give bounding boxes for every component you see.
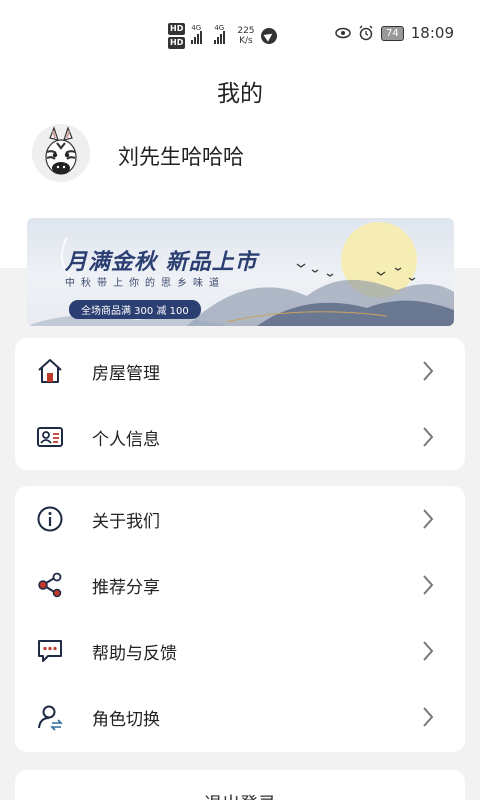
chevron-right-icon [423,427,434,447]
menu-label: 帮助与反馈 [92,643,177,664]
menu-item-help-feedback[interactable]: 帮助与反馈 [15,618,465,684]
menu-label: 个人信息 [92,429,160,450]
menu-item-recommend-share[interactable]: 推荐分享 [15,552,465,618]
hd-badge-2: HD [168,37,186,49]
chevron-right-icon [423,575,434,595]
menu-label: 角色切换 [92,709,160,730]
id-card-icon [35,422,65,452]
page-title: 我的 [217,81,263,107]
menu-item-role-switch[interactable]: 角色切换 [15,684,465,750]
menu-label: 推荐分享 [92,577,160,598]
status-bar: HD HD 4G 4G 225 K/s 74 18:09 [0,0,480,70]
alarm-icon [359,25,373,41]
menu-card-2: 关于我们 推荐分享 帮助与反馈 角色切换 [15,486,465,752]
chevron-right-icon [423,707,434,727]
menu-item-about-us[interactable]: 关于我们 [15,486,465,552]
user-switch-icon [35,702,65,732]
network-speed: 225 K/s [237,26,255,46]
chevron-right-icon [423,641,434,661]
chat-icon [35,636,65,666]
logout-button[interactable]: 退出登录 [15,770,465,800]
banner-subtitle: 中秋带上你的思乡味道 [65,278,225,289]
menu-label: 房屋管理 [92,363,160,384]
clock: 18:09 [410,24,454,42]
username[interactable]: 刘先生哈哈哈 [118,141,244,171]
chevron-right-icon [423,361,434,381]
avatar[interactable] [32,124,90,182]
share-icon [35,570,65,600]
menu-label: 关于我们 [92,511,160,532]
signal-icon-2: 4G [214,24,226,44]
menu-card-1: 房屋管理 个人信息 [15,338,465,470]
hd-badge-1: HD [168,23,186,35]
signal-icon: 4G [191,24,203,44]
zebra-avatar-icon [32,124,90,182]
menu-item-house-management[interactable]: 房屋管理 [15,338,465,404]
house-icon [35,356,65,386]
location-icon [260,28,277,44]
chevron-right-icon [423,509,434,529]
eye-icon [335,27,351,39]
promo-banner[interactable]: 月满金秋 新品上市 中秋带上你的思乡味道 全场商品满 300 减 100 [27,218,454,326]
info-icon [35,504,65,534]
battery-indicator: 74 [381,25,404,41]
banner-promo: 全场商品满 300 减 100 [69,300,201,319]
menu-item-personal-info[interactable]: 个人信息 [15,404,465,470]
banner-title: 月满金秋 新品上市 [65,250,258,275]
